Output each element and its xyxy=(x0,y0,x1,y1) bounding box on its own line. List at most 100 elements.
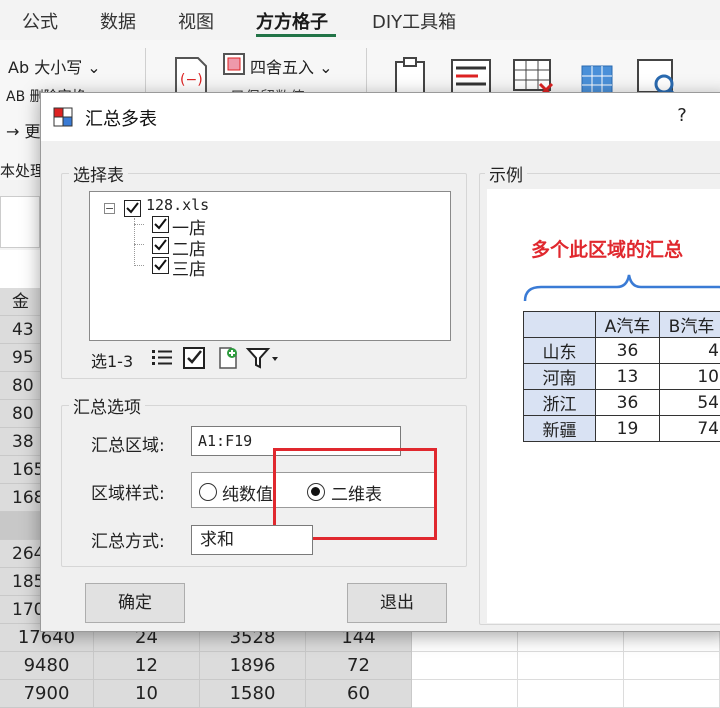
case-button[interactable]: Ab 大小写 ⌄ xyxy=(8,54,101,78)
sheet-cell[interactable]: 168 xyxy=(0,484,44,512)
dialog-title: 汇总多表 xyxy=(85,109,157,130)
round-icon xyxy=(223,53,245,75)
sheet-cell[interactable]: 10 xyxy=(94,680,200,708)
range-label: 汇总区域: xyxy=(91,436,165,456)
sheet-cell[interactable]: 43 xyxy=(0,316,40,344)
options-label: 汇总选项 xyxy=(69,393,145,418)
sheet-cell[interactable] xyxy=(624,652,720,680)
collapse-toggle[interactable]: − xyxy=(104,203,115,214)
table-row: 河南 13 10 xyxy=(523,363,720,390)
radio-plain-values-label[interactable]: 纯数值 xyxy=(222,480,273,505)
table-cell: 19 xyxy=(595,415,660,442)
exit-button[interactable]: 退出 xyxy=(347,583,447,623)
sheet-cell[interactable]: 1580 xyxy=(200,680,306,708)
tab-view[interactable]: 视图 xyxy=(178,8,214,34)
root-checkbox[interactable] xyxy=(124,200,141,217)
confirm-button[interactable]: 确定 xyxy=(85,583,185,623)
sheet-cell[interactable]: 60 xyxy=(306,680,412,708)
list-icon[interactable] xyxy=(149,345,175,371)
table-cell: 74 xyxy=(659,415,720,442)
tree-line xyxy=(134,218,135,266)
ribbon-tabs: 公式 数据 视图 方方格子 DIY工具箱 xyxy=(0,0,720,40)
table-row: 浙江 36 54 xyxy=(523,389,720,416)
tab-formulas[interactable]: 公式 xyxy=(22,8,58,34)
sheet-left-column: 金 43 95 80 80 38 165 168 264 185 170 xyxy=(0,250,44,630)
table-cell: 10 xyxy=(659,363,720,390)
sheet-cell[interactable]: 264 xyxy=(0,540,44,568)
select-table-label: 选择表 xyxy=(69,161,128,186)
sheet-cell[interactable]: 9480 xyxy=(0,652,94,680)
table-cell: 山东 xyxy=(523,337,596,364)
table-cell: 13 xyxy=(595,363,660,390)
table-row: 新疆 19 74 xyxy=(523,415,720,442)
sheet-cell[interactable] xyxy=(518,680,624,708)
sheet-cell[interactable]: 80 xyxy=(0,400,40,428)
add-file-icon[interactable] xyxy=(215,345,241,371)
sheet-cell[interactable]: 7900 xyxy=(0,680,94,708)
tab-ffgz[interactable]: 方方格子 xyxy=(256,8,328,34)
method-label: 汇总方式: xyxy=(91,532,165,552)
table-cell: 54 xyxy=(659,389,720,416)
table-cell: 河南 xyxy=(523,363,596,390)
sheet-checkbox-3[interactable] xyxy=(152,257,169,274)
sheet-cell[interactable]: 185 xyxy=(0,568,44,596)
example-label: 示例 xyxy=(485,161,527,186)
example-panel: 多个此区域的汇总 A汽车 B汽车 山东 36 4 河南 13 10 浙江 36 xyxy=(487,189,720,623)
sheet-cell[interactable]: 170 xyxy=(0,596,44,624)
name-box[interactable] xyxy=(0,196,40,248)
sheet-cell[interactable] xyxy=(518,652,624,680)
table-row: 山东 36 4 xyxy=(523,337,720,364)
dialog-titlebar[interactable]: 汇总多表 ? xyxy=(41,93,720,141)
table-cell: 浙江 xyxy=(523,389,596,416)
text-processing-label: 本处理 xyxy=(0,162,46,180)
sheet-cell[interactable]: 95 xyxy=(0,344,40,372)
tree-line xyxy=(134,224,144,225)
table-cell: 36 xyxy=(595,337,660,364)
sheet-cell[interactable]: 1896 xyxy=(200,652,306,680)
svg-text:(−): (−) xyxy=(180,72,203,88)
tree-root-label[interactable]: 128.xls xyxy=(146,196,209,214)
sheet-tree[interactable]: − 128.xls 一店 二店 三店 xyxy=(89,191,451,341)
summary-dialog: 汇总多表 ? 选择表 − 128.xls 一店 二店 三店 选1-3 汇总选项 … xyxy=(40,92,720,632)
sheet-checkbox-2[interactable] xyxy=(152,237,169,254)
sheet-cell[interactable] xyxy=(0,512,40,540)
sheet-cell[interactable] xyxy=(624,680,720,708)
select-range-button[interactable]: 选1-3 xyxy=(91,348,133,372)
method-select[interactable]: 求和 xyxy=(191,525,313,555)
sheet-cell[interactable] xyxy=(412,680,518,708)
table-header-cell: A汽车 xyxy=(595,311,660,338)
tab-data[interactable]: 数据 xyxy=(100,8,136,34)
table-cell: 36 xyxy=(595,389,660,416)
sheet-cell[interactable]: 72 xyxy=(306,652,412,680)
sheet-cell[interactable]: 165 xyxy=(0,456,44,484)
sheet-bottom-rows: 17640 24 3528 144 9480 12 1896 72 7900 1… xyxy=(0,624,720,708)
style-label: 区域样式: xyxy=(91,484,165,504)
table-header-cell: B汽车 xyxy=(659,311,720,338)
round-button[interactable]: 四舍五入 ⌄ xyxy=(250,54,333,78)
more-button[interactable]: → 更 xyxy=(6,118,41,142)
sheet-cell[interactable]: 12 xyxy=(94,652,200,680)
brace-icon xyxy=(523,274,720,302)
table-row: 9480 12 1896 72 xyxy=(0,652,720,680)
table-row: 7900 10 1580 60 xyxy=(0,680,720,708)
table-header-cell xyxy=(523,311,596,338)
column-header-cell[interactable]: 金 xyxy=(0,288,40,316)
sheet-cell[interactable]: 80 xyxy=(0,372,40,400)
sheet-cell[interactable]: 38 xyxy=(0,428,40,456)
sheet-checkbox-1[interactable] xyxy=(152,216,169,233)
tree-item-label[interactable]: 三店 xyxy=(172,255,206,280)
table-cell: 新疆 xyxy=(523,415,596,442)
active-tab-indicator xyxy=(256,34,336,37)
table-row: A汽车 B汽车 xyxy=(523,311,720,338)
example-table: A汽车 B汽车 山东 36 4 河南 13 10 浙江 36 54 新疆 19 xyxy=(523,311,720,442)
example-title: 多个此区域的汇总 xyxy=(531,239,684,261)
filter-icon[interactable] xyxy=(245,345,281,371)
sheet-cell[interactable] xyxy=(412,652,518,680)
check-all-icon[interactable] xyxy=(181,345,207,371)
tree-line xyxy=(134,265,144,266)
tree-line xyxy=(134,244,144,245)
tab-diy-toolbox[interactable]: DIY工具箱 xyxy=(372,8,456,34)
help-button[interactable]: ? xyxy=(667,101,697,131)
radio-plain-values[interactable] xyxy=(199,483,217,501)
table-cell: 4 xyxy=(659,337,720,364)
